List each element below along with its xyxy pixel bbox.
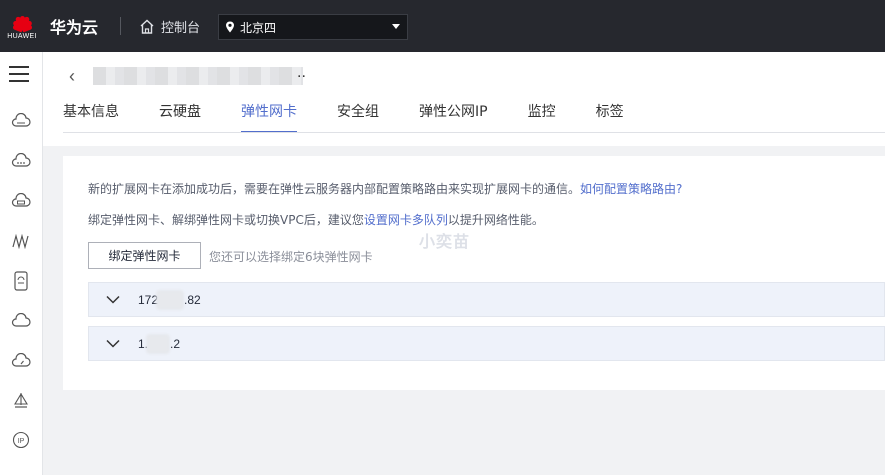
- instance-header: ‹ .. 基本信息 云硬盘 弹性网卡 安全组 弹性公网IP 监控 标签: [43, 52, 885, 146]
- remaining-nic-hint: 您还可以选择绑定6块弹性网卡: [209, 250, 373, 264]
- detail-tabs: 基本信息 云硬盘 弹性网卡 安全组 弹性公网IP 监控 标签: [63, 100, 664, 134]
- ip-icon[interactable]: IP: [10, 429, 32, 451]
- chevron-down-icon[interactable]: [106, 337, 120, 351]
- tab-cloud-disk[interactable]: 云硬盘: [159, 100, 201, 134]
- multi-queue-note-suffix: 以提升网络性能。: [447, 213, 544, 227]
- brand-name[interactable]: 华为云: [50, 14, 98, 38]
- logo-text: HUAWEI: [7, 33, 37, 40]
- service-sidebar: IP: [0, 52, 43, 475]
- tab-security-group[interactable]: 安全组: [337, 100, 379, 134]
- back-arrow-icon[interactable]: ‹: [69, 66, 75, 87]
- cloud-server-icon[interactable]: [10, 110, 32, 132]
- console-label: 控制台: [161, 20, 201, 36]
- tabs-divider: [63, 132, 885, 133]
- huawei-petal-icon: [9, 12, 35, 33]
- multi-queue-note-prefix: 绑定弹性网卡、解绑弹性网卡或切换VPC后，建议您: [88, 213, 364, 227]
- nic-row[interactable]: 172.82: [88, 282, 885, 317]
- nic-row[interactable]: 1. .2: [88, 326, 885, 361]
- nic-ip-address: 172.82: [138, 289, 201, 310]
- policy-route-help-link[interactable]: 如何配置策略路由?: [580, 182, 682, 196]
- svg-text:IP: IP: [18, 438, 25, 445]
- cloud-disk-icon[interactable]: [10, 190, 32, 212]
- policy-route-note-text: 新的扩展网卡在添加成功后，需要在弹性云服务器内部配置策略路由来实现扩展网卡的通信…: [88, 182, 581, 196]
- nic-ip-end: .2: [170, 336, 181, 351]
- sailboat-icon[interactable]: [10, 390, 32, 412]
- tab-tags[interactable]: 标签: [596, 100, 624, 134]
- nic-ip-end: .82: [184, 292, 201, 307]
- console-link[interactable]: 控制台: [139, 17, 200, 36]
- location-pin-icon: [226, 21, 234, 33]
- tab-basic-info[interactable]: 基本信息: [63, 100, 119, 134]
- policy-route-note: 新的扩展网卡在添加成功后，需要在弹性云服务器内部配置策略路由来实现扩展网卡的通信…: [88, 180, 682, 197]
- ip-redaction: [146, 333, 170, 354]
- instance-name-suffix: ..: [297, 64, 306, 81]
- home-icon: [140, 19, 154, 34]
- topbar-divider: [120, 17, 122, 35]
- instance-name-redacted: [93, 67, 303, 85]
- chevron-down-icon[interactable]: [106, 293, 120, 307]
- cloud-dots-icon[interactable]: [10, 150, 32, 172]
- multi-queue-note: 绑定弹性网卡、解绑弹性网卡或切换VPC后，建议您设置网卡多队列以提升网络性能。: [88, 211, 544, 228]
- huawei-logo[interactable]: HUAWEI: [0, 0, 44, 52]
- watermark: 小奕苗: [419, 232, 471, 251]
- region-selector[interactable]: 北京四: [218, 14, 408, 40]
- cloud-gauge-icon[interactable]: [10, 350, 32, 372]
- multi-queue-link[interactable]: 设置网卡多队列: [364, 213, 448, 227]
- menu-icon[interactable]: [9, 66, 29, 82]
- region-label: 北京四: [240, 20, 277, 35]
- nic-ip-address: 1. .2: [138, 333, 181, 354]
- ip-redaction: [156, 289, 184, 310]
- wave-icon[interactable]: [10, 230, 32, 252]
- bind-nic-button[interactable]: 绑定弹性网卡: [88, 242, 201, 269]
- tab-elastic-nic[interactable]: 弹性网卡: [241, 100, 297, 134]
- nic-panel: 新的扩展网卡在添加成功后，需要在弹性云服务器内部配置策略路由来实现扩展网卡的通信…: [63, 156, 885, 390]
- tab-elastic-ip[interactable]: 弹性公网IP: [419, 100, 488, 134]
- server-icon[interactable]: [10, 270, 32, 292]
- cloud-icon[interactable]: [10, 310, 32, 332]
- chevron-down-icon: [392, 24, 400, 29]
- tab-monitoring[interactable]: 监控: [528, 100, 556, 134]
- top-navigation-bar: HUAWEI 华为云 控制台 北京四: [0, 0, 885, 52]
